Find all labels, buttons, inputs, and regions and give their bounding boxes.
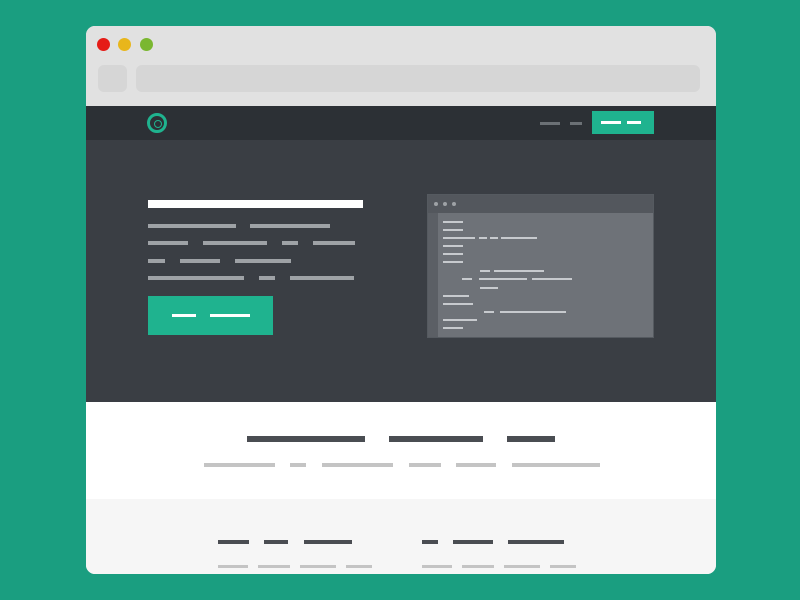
editor-dot-icon [443,202,447,206]
code-line [443,295,469,297]
code-line [479,278,527,280]
nav-cta-label [627,121,641,124]
code-line [479,237,487,239]
section-heading [247,436,365,442]
site-navbar [86,106,716,140]
features-heading-section [86,402,716,499]
code-line [443,245,463,247]
hero-text-line [313,241,355,245]
maximize-icon[interactable] [140,38,153,51]
feature-heading [422,540,438,544]
code-line [480,287,498,289]
circle-logo-icon[interactable] [147,113,167,133]
editor-dot-icon [452,202,456,206]
feature-text [346,565,372,568]
hero-text-line [259,276,275,280]
address-bar[interactable] [136,65,700,92]
hero-section [86,140,716,402]
code-line [443,229,463,231]
hero-text-line [250,224,330,228]
code-line [443,303,473,305]
minimize-icon[interactable] [118,38,131,51]
hero-cta-label [172,314,196,317]
hero-text-line [148,224,236,228]
feature-text [422,565,452,568]
nav-cta-button[interactable] [592,111,654,134]
code-line [532,278,572,280]
feature-text [300,565,336,568]
code-line [443,319,477,321]
code-line [490,237,498,239]
code-line [484,311,494,313]
browser-window [86,26,716,574]
code-line [500,311,566,313]
editor-titlebar [428,195,653,213]
editor-dot-icon [434,202,438,206]
section-subtext [512,463,600,467]
hero-text-line [148,259,165,263]
code-line [443,261,463,263]
code-line [443,253,463,255]
feature-text [218,565,248,568]
browser-chrome [86,26,716,106]
feature-text [550,565,576,568]
hero-text-line [282,241,298,245]
nav-link-1[interactable] [540,122,560,125]
feature-text [462,565,494,568]
code-line [443,237,475,239]
code-line [443,327,463,329]
browser-nav-button[interactable] [98,65,127,92]
feature-text [504,565,540,568]
section-subtext [409,463,441,467]
nav-link-2[interactable] [570,122,582,125]
section-heading [507,436,555,442]
hero-text-line [148,241,188,245]
editor-gutter [428,213,438,337]
nav-cta-label [601,121,621,124]
hero-cta-button[interactable] [148,296,273,335]
code-line [443,221,463,223]
hero-text-line [235,259,291,263]
section-subtext [204,463,275,467]
feature-heading [304,540,352,544]
feature-heading [453,540,493,544]
code-line [494,270,544,272]
section-subtext [322,463,393,467]
hero-title [148,200,363,208]
hero-text-line [148,276,244,280]
feature-heading [218,540,249,544]
code-line [480,270,490,272]
hero-cta-label [210,314,250,317]
section-subtext [290,463,306,467]
feature-heading [508,540,564,544]
feature-text [258,565,290,568]
hero-text-line [290,276,354,280]
code-editor-preview [427,194,654,338]
features-columns-section [86,499,716,574]
hero-text-line [180,259,220,263]
section-heading [389,436,483,442]
code-line [462,278,472,280]
section-subtext [456,463,496,467]
close-icon[interactable] [97,38,110,51]
feature-heading [264,540,288,544]
code-line [501,237,537,239]
hero-text-line [203,241,267,245]
